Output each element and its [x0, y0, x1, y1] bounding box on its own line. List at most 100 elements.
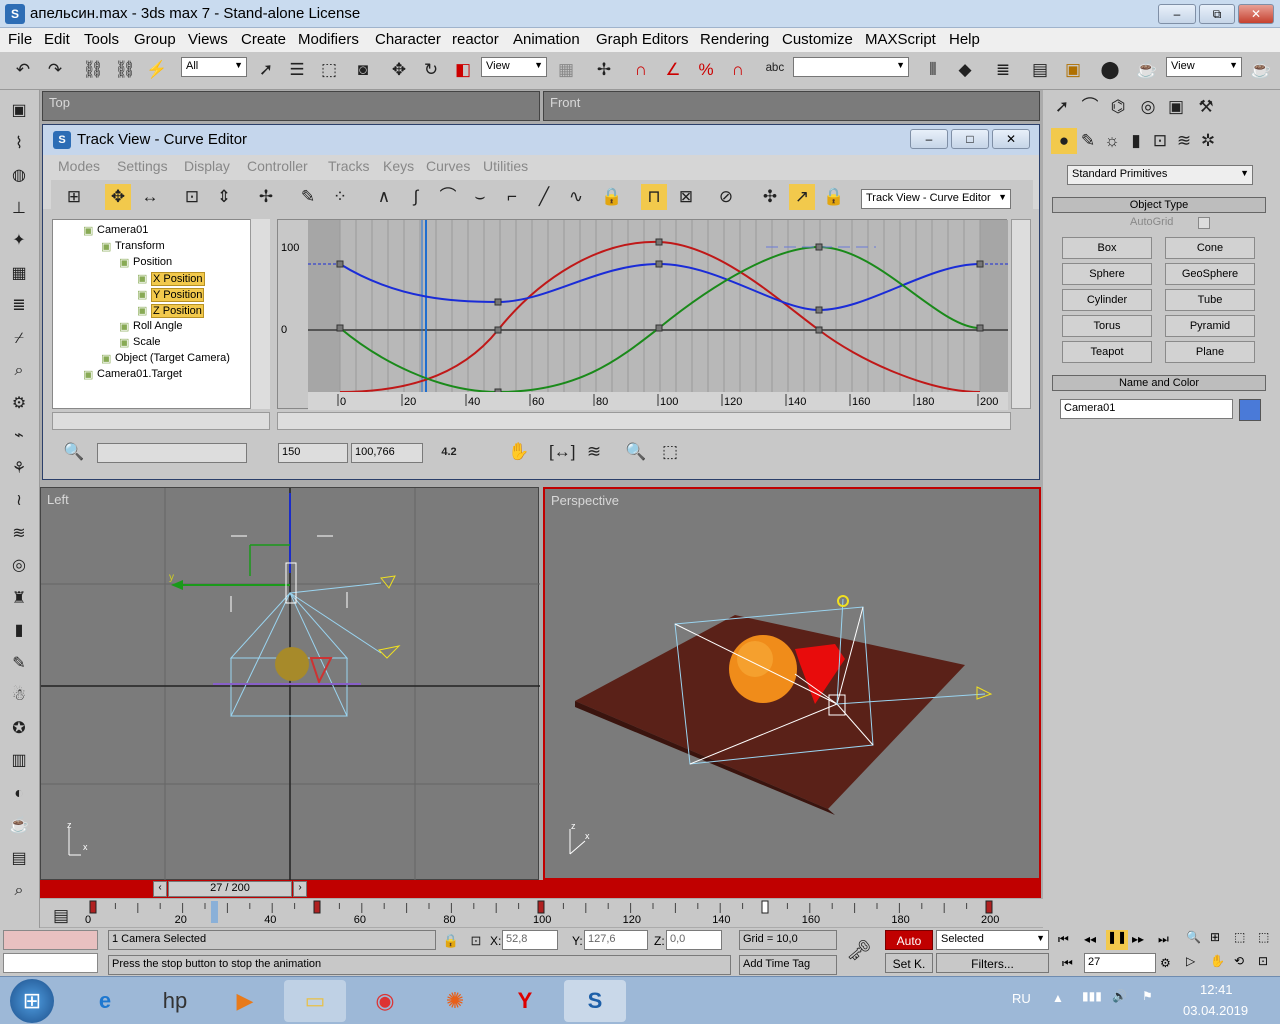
tree-item[interactable]: Roll Angle [133, 320, 183, 332]
shapes-icon[interactable]: ✎ [1075, 128, 1101, 154]
tangent-linear-icon[interactable]: ╱ [531, 184, 557, 210]
edit-named-selection-icon[interactable]: ᵃᵇᶜ [762, 57, 788, 83]
viewport-left[interactable]: y z x Left [40, 487, 540, 881]
key-filter-dropdown[interactable]: Selected [936, 930, 1049, 950]
chrome-icon[interactable]: ◉ [354, 980, 416, 1022]
zoom-extents-icon[interactable]: ⬚ [1234, 930, 1245, 944]
menu-graph-editors[interactable]: Graph Editors [596, 31, 689, 48]
viewport-perspective[interactable]: z x Perspective [543, 487, 1041, 880]
add-keys-icon[interactable]: ✢ [253, 184, 279, 210]
wave-icon[interactable]: ≋ [6, 521, 32, 547]
name-and-color-rollout-header[interactable]: Name and Color [1052, 375, 1266, 391]
systems-icon[interactable]: ✲ [1195, 128, 1221, 154]
named-selection-dropdown[interactable] [793, 57, 909, 77]
key-mode-icon[interactable]: ⏮ [1062, 956, 1073, 971]
language-indicator[interactable]: RU [1012, 991, 1031, 1006]
tangent-slow-icon[interactable]: ⌣ [467, 184, 493, 210]
cameras-icon[interactable]: ▮ [1123, 128, 1149, 154]
primitive-geosphere-button[interactable]: GeoSphere [1165, 263, 1255, 285]
internet-explorer-icon[interactable]: e [74, 980, 136, 1022]
paint-icon[interactable]: ✎ [6, 651, 32, 677]
menu-animation[interactable]: Animation [513, 31, 580, 48]
track-view-menu-modes[interactable]: Modes [58, 158, 100, 174]
object-type-rollout-header[interactable]: Object Type [1052, 197, 1266, 213]
ruler-icon[interactable]: ▮ [6, 618, 32, 644]
selection-lock-icon[interactable]: 🔒 [438, 928, 464, 954]
absolute-mode-icon[interactable]: ⊡ [463, 928, 489, 954]
go-to-end-icon[interactable]: ⏭ [1158, 932, 1169, 947]
align-icon[interactable]: ◆ [952, 57, 978, 83]
track-view-menu-curves[interactable]: Curves [426, 158, 470, 174]
slide-keys-icon[interactable]: ↔ [137, 184, 163, 210]
primitive-cone-button[interactable]: Cone [1165, 237, 1255, 259]
menu-file[interactable]: File [8, 31, 32, 48]
layer-manager-icon[interactable]: ≣ [990, 57, 1016, 83]
parameter-curve-oor-icon[interactable]: ⊠ [673, 184, 699, 210]
track-view-menu-keys[interactable]: Keys [383, 158, 414, 174]
tree-item[interactable]: Scale [133, 336, 161, 348]
box-icon[interactable]: ▣ [6, 98, 32, 124]
zoom-value-extents-icon[interactable]: ≋ [581, 439, 607, 465]
tangent-step-icon[interactable]: ⌐ [499, 184, 525, 210]
tangent-smooth-icon[interactable]: ∿ [563, 184, 589, 210]
autogrid-checkbox[interactable] [1198, 217, 1210, 229]
tree-item[interactable]: Camera01 [97, 224, 148, 236]
curve-graph-area[interactable]: 0 20 40 60 80 100 120 140 160 180 200 100 0 [277, 219, 1008, 410]
space-warps-icon[interactable]: ≋ [1171, 128, 1197, 154]
primitive-teapot-button[interactable]: Teapot [1062, 341, 1152, 363]
hierarchy-tab-icon[interactable]: ⌬ [1105, 94, 1131, 120]
primitive-pyramid-button[interactable]: Pyramid [1165, 315, 1255, 337]
menu-help[interactable]: Help [949, 31, 980, 48]
zoom-nav-icon[interactable]: 🔍 [1186, 930, 1201, 944]
track-view-menu-utilities[interactable]: Utilities [483, 158, 528, 174]
viewport-top[interactable]: Top [42, 91, 540, 121]
track-view-maximize-button[interactable]: □ [951, 129, 989, 149]
track-view-close-button[interactable]: ✕ [992, 129, 1030, 149]
key-marker[interactable] [537, 900, 545, 914]
wrench-icon[interactable]: ⌁ [6, 423, 32, 449]
tangent-custom-icon[interactable]: ∫ [403, 184, 429, 210]
primitive-cylinder-button[interactable]: Cylinder [1062, 289, 1152, 311]
rectangular-selection-icon[interactable]: ⬚ [316, 57, 342, 83]
scale-keys-icon[interactable]: ⊡ [179, 184, 205, 210]
spline-icon[interactable]: ≀ [6, 488, 32, 514]
y-coordinate-field[interactable]: 127,6 [584, 930, 648, 950]
zoom-all-icon[interactable]: ⊞ [1210, 930, 1220, 944]
circle-icon[interactable]: ◐ [6, 781, 32, 807]
x-coordinate-field[interactable]: 52,8 [502, 930, 558, 950]
file-explorer-icon[interactable]: ▭ [284, 980, 346, 1022]
key-filters-button[interactable]: Filters... [936, 953, 1049, 973]
track-view-minimize-button[interactable]: ‒ [910, 129, 948, 149]
zoom-region-icon[interactable]: ⬚ [657, 439, 683, 465]
set-key-button[interactable]: Set K. [885, 953, 933, 973]
grid-icon[interactable]: ▦ [6, 261, 32, 287]
bone-icon[interactable]: ✦ [6, 228, 32, 254]
start-button[interactable]: ⊞ [10, 979, 54, 1023]
tangent-auto-icon[interactable]: ∧ [371, 184, 397, 210]
set-key-icon[interactable]: 🗝 [846, 938, 872, 964]
spinner-snap-icon[interactable]: ∩ [725, 57, 751, 83]
pan-view-icon[interactable]: ✋ [1210, 954, 1225, 968]
track-view-menu-settings[interactable]: Settings [117, 158, 168, 174]
track-view-name-field[interactable]: Track View - Curve Editor [861, 189, 1011, 209]
select-manipulate-icon[interactable]: ✢ [591, 57, 617, 83]
torus-icon[interactable]: ◎ [6, 553, 32, 579]
key-marker[interactable] [761, 900, 769, 914]
helix-icon[interactable]: ⌇ [6, 131, 32, 157]
menu-tools[interactable]: Tools [84, 31, 119, 48]
figure-icon[interactable]: ♜ [6, 586, 32, 612]
link-icon[interactable]: ⛓ [80, 57, 106, 83]
previous-frame-icon[interactable]: ◂◂ [1084, 932, 1096, 946]
3ds-max-icon[interactable]: S [564, 980, 626, 1022]
time-slider-bar[interactable]: ‹ 27 / 200 › [40, 880, 1041, 898]
motion-tab-icon[interactable]: ◎ [1135, 94, 1161, 120]
time-slider-next-button[interactable]: › [293, 881, 307, 897]
tree-item[interactable]: Transform [115, 240, 165, 252]
stop-icon[interactable]: ❚❚ [1106, 930, 1128, 950]
close-button[interactable]: ✕ [1238, 4, 1274, 24]
clock-date[interactable]: 03.04.2019 [1183, 1003, 1248, 1018]
layers-icon[interactable]: ≣ [6, 293, 32, 319]
character-icon[interactable]: ☃ [6, 683, 32, 709]
clock-time[interactable]: 12:41 [1200, 982, 1233, 997]
time-config-icon[interactable]: ⚙ [1160, 956, 1171, 970]
